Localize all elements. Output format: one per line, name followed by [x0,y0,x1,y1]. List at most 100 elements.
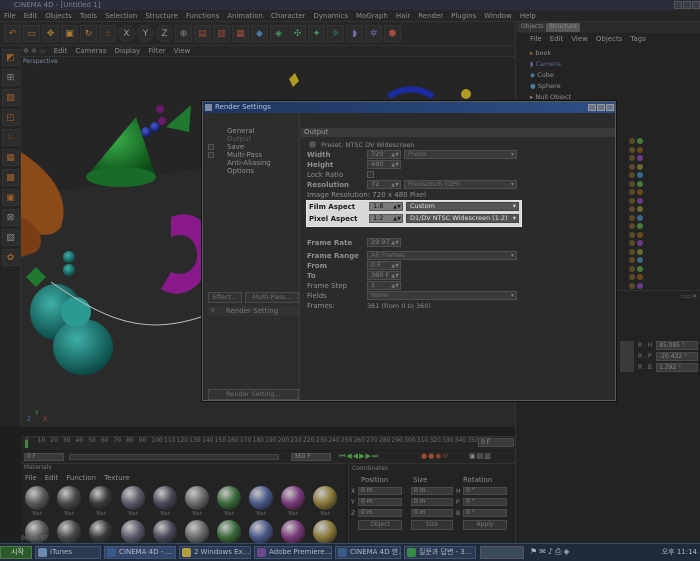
menu-mograph[interactable]: MoGraph [352,10,392,22]
dialog-close-button[interactable] [606,104,614,111]
material-swatch[interactable] [217,520,241,544]
size-z-field[interactable]: 0 m [411,509,453,517]
material-swatch[interactable] [249,520,273,544]
viewport-menu-display[interactable]: Display [110,46,144,57]
scale-icon[interactable]: ▣ [61,25,78,42]
tag-icon[interactable] [629,265,635,272]
width-unit-dropdown[interactable]: Pixels ▾ [404,150,517,159]
record-controls-icon[interactable]: ●●◉⊙ [421,452,449,460]
viewport-menu-view[interactable]: View [170,46,195,57]
y-axis-icon[interactable]: Y [137,25,154,42]
task-cinema4d-kr[interactable]: CINEMA 4D 한... [335,546,401,559]
spin-icon[interactable]: ▲▼ [391,283,399,290]
texture-mode-icon[interactable]: ▨ [2,89,19,106]
edges-mode-icon[interactable]: ▦ [2,149,19,166]
material-swatch[interactable] [185,520,209,544]
material-tag-icon[interactable] [637,180,643,187]
material-tag-icon[interactable] [637,274,643,280]
menu-selection[interactable]: Selection [101,10,141,22]
multipass-checkbox[interactable] [208,152,214,158]
tag-icon[interactable] [629,180,635,187]
nav-antialiasing[interactable]: Anti-Aliasing [227,159,271,167]
material-swatch[interactable] [57,486,81,510]
nav-options[interactable]: Options [227,167,254,175]
menu-objects[interactable]: Objects [41,10,75,22]
preset-arrow-icon[interactable] [309,141,316,148]
material-tag-icon[interactable] [637,282,643,289]
x-axis-icon[interactable]: X [118,25,135,42]
task-windows-explorer[interactable]: 2 Windows Ex... [179,546,251,559]
rotation-p-field[interactable]: 0 ° [463,498,507,506]
workplane-icon[interactable]: ▧ [2,229,19,246]
material-swatch[interactable] [217,486,241,510]
material-swatch[interactable] [121,520,145,544]
material-tag-icon[interactable] [637,231,643,238]
tweak-mode-icon[interactable]: ▣ [2,189,19,206]
attr-window-controls-icon[interactable]: ▭▭✕ [681,293,697,300]
tag-icon[interactable] [629,155,635,161]
render-view-icon[interactable]: ▤ [194,25,211,42]
end-frame-field[interactable]: 360 F [291,453,331,461]
rotation-h-field[interactable]: 0 ° [463,487,507,495]
pixel-aspect-field[interactable]: 1.2 ▲▼ [369,214,403,223]
obj-menu-objects[interactable]: Objects [592,33,626,45]
dialog-minimize-button[interactable] [588,104,596,111]
materials-menu-edit[interactable]: Edit [41,473,63,484]
tag-icon[interactable] [629,240,635,246]
object-item-sphere[interactable]: ● Sphere [530,81,561,91]
tag-icon[interactable] [629,138,635,144]
rotation-b-field[interactable]: 0 ° [463,509,507,517]
spin-icon[interactable]: ▲▼ [391,182,399,189]
points-mode-icon[interactable]: ⁙ [2,129,19,146]
frame-rate-field[interactable]: 29.97 ▲▼ [367,238,401,247]
render-setting-button[interactable]: Render Setting... [208,389,299,400]
coord-system-icon[interactable]: ⊕ [175,25,192,42]
current-frame-field[interactable]: 0 F [478,438,514,447]
ime-indicator[interactable] [480,546,524,559]
menu-edit[interactable]: Edit [20,10,42,22]
frame-range-dropdown[interactable]: All Frames ▾ [367,251,517,260]
spin-icon[interactable]: ▲▼ [391,152,399,159]
to-field[interactable]: 360 F ▲▼ [367,271,401,280]
attr-rh-field[interactable]: 45.095 ° [656,341,698,350]
material-tag-icon[interactable] [637,189,643,195]
material-tag-icon[interactable] [637,155,643,161]
effect-button[interactable]: Effect... [208,292,242,303]
multipass-button[interactable]: Multi-Pass... [245,292,299,303]
material-swatch[interactable] [313,486,337,510]
position-z-field[interactable]: 0 m [358,509,402,517]
select-icon[interactable]: ▭ [23,25,40,42]
tag-icon[interactable] [629,257,635,263]
tag-icon[interactable] [629,248,635,255]
obj-menu-tags[interactable]: Tags [626,33,650,45]
material-tag-icon[interactable] [637,240,643,246]
from-field[interactable]: 0 F ▲▼ [367,261,401,270]
viewport-menu-cameras[interactable]: Cameras [71,46,110,57]
tag-icon[interactable] [629,146,635,153]
material-swatch[interactable] [281,520,305,544]
resolution-field[interactable]: 72 ▲▼ [367,180,401,189]
material-tag-icon[interactable] [637,146,643,153]
polygons-mode-icon[interactable]: ▩ [2,169,19,186]
light-icon[interactable]: ✲ [365,25,382,42]
spin-icon[interactable]: ▲▼ [391,162,399,169]
menu-dynamics[interactable]: Dynamics [310,10,353,22]
material-swatch[interactable] [249,486,273,510]
render-settings-icon[interactable]: ▦ [232,25,249,42]
tag-icon[interactable] [629,172,635,178]
tag-icon[interactable] [629,282,635,289]
save-checkbox[interactable] [208,144,214,150]
task-itunes[interactable]: iTunes [35,546,101,559]
material-tag-icon[interactable] [637,163,643,170]
attr-rp-field[interactable]: -20.432 ° [656,352,698,361]
tag-icon[interactable] [629,189,635,195]
menu-animation[interactable]: Animation [223,10,267,22]
tag-icon[interactable] [629,223,635,229]
obj-menu-view[interactable]: View [567,33,592,45]
object-item-cube[interactable]: ◆ Cube [530,70,554,80]
coord-size-dropdown[interactable]: Size [411,520,453,530]
dialog-maximize-button[interactable] [597,104,605,111]
object-item-camera[interactable]: ◗ Camera [530,59,561,69]
spin-icon[interactable]: ▲▼ [391,273,399,280]
material-tag-icon[interactable] [637,138,643,144]
